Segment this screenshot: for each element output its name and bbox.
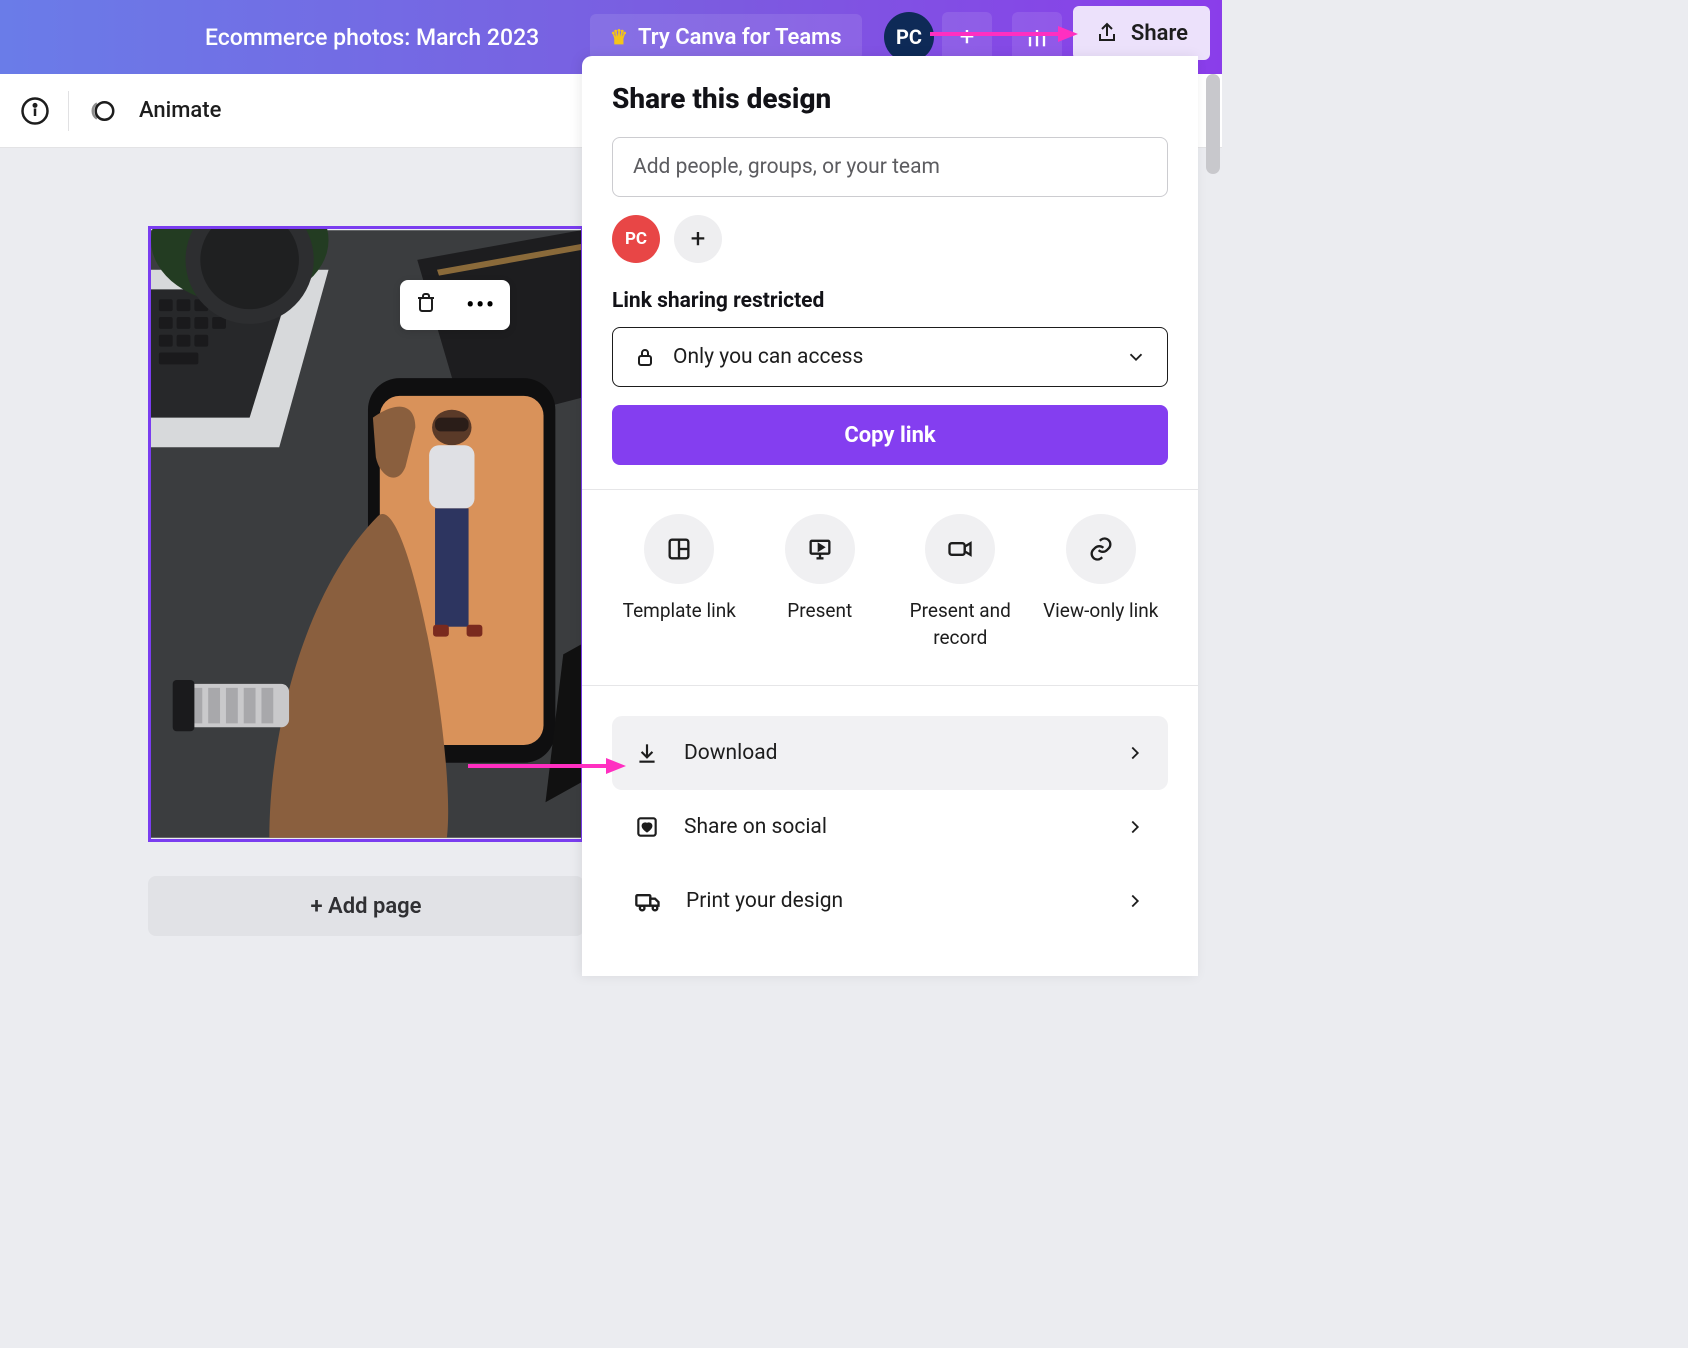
action-label: Present and record	[893, 598, 1028, 651]
copy-link-label: Copy link	[844, 423, 935, 448]
share-icon	[1095, 21, 1119, 45]
owner-avatar[interactable]: PC	[612, 215, 660, 263]
element-toolbar: •••	[400, 280, 510, 330]
try-teams-button[interactable]: ♛ Try Canva for Teams	[590, 14, 862, 60]
row-label: Print your design	[686, 889, 843, 913]
plus-icon: +	[691, 224, 706, 254]
more-button[interactable]: •••	[466, 293, 496, 318]
trash-icon	[414, 291, 438, 315]
try-teams-label: Try Canva for Teams	[638, 25, 842, 50]
chart-icon	[1023, 23, 1051, 51]
plus-icon: +	[960, 22, 975, 52]
chevron-right-icon	[1124, 890, 1146, 912]
heart-box-icon	[634, 814, 660, 840]
add-collaborator-button[interactable]: +	[942, 12, 992, 62]
delete-button[interactable]	[414, 291, 438, 319]
share-button[interactable]: Share	[1073, 6, 1210, 60]
animate-label[interactable]: Animate	[139, 98, 221, 123]
panel-divider	[582, 685, 1198, 686]
present-action[interactable]: Present	[753, 514, 888, 651]
chevron-down-icon	[1125, 346, 1147, 368]
present-icon	[806, 535, 834, 563]
more-icon: •••	[466, 293, 496, 318]
access-dropdown[interactable]: Only you can access	[612, 327, 1168, 387]
scrollbar[interactable]	[1206, 74, 1220, 174]
view-only-link-action[interactable]: View-only link	[1034, 514, 1169, 651]
access-value: Only you can access	[673, 345, 863, 369]
analytics-button[interactable]	[1012, 12, 1062, 62]
download-icon	[634, 740, 660, 766]
action-label: View-only link	[1034, 598, 1169, 625]
print-row[interactable]: Print your design	[612, 864, 1168, 938]
link-icon	[1087, 535, 1115, 563]
document-title[interactable]: Ecommerce photos: March 2023	[205, 24, 539, 51]
user-avatar[interactable]: PC	[884, 12, 934, 62]
present-record-action[interactable]: Present and record	[893, 514, 1028, 651]
truck-icon	[634, 887, 662, 915]
crown-icon: ♛	[610, 25, 628, 49]
info-button[interactable]	[20, 96, 50, 126]
share-panel-title: Share this design	[612, 82, 1168, 115]
template-link-action[interactable]: Template link	[612, 514, 747, 651]
chevron-right-icon	[1124, 742, 1146, 764]
record-icon	[946, 535, 974, 563]
row-label: Download	[684, 741, 778, 765]
template-icon	[665, 535, 693, 563]
add-people-input[interactable]	[612, 137, 1168, 197]
toolbar-divider	[68, 91, 69, 131]
share-panel: Share this design PC + Link sharing rest…	[582, 56, 1198, 976]
action-label: Present	[753, 598, 888, 625]
add-person-button[interactable]: +	[674, 215, 722, 263]
panel-divider	[582, 489, 1198, 490]
animate-button[interactable]	[87, 96, 117, 126]
lock-icon	[633, 345, 657, 369]
chevron-right-icon	[1124, 816, 1146, 838]
row-label: Share on social	[684, 815, 827, 839]
action-label: Template link	[612, 598, 747, 625]
add-page-button[interactable]: + Add page	[148, 876, 584, 936]
share-label: Share	[1131, 21, 1188, 46]
download-row[interactable]: Download	[612, 716, 1168, 790]
share-social-row[interactable]: Share on social	[612, 790, 1168, 864]
copy-link-button[interactable]: Copy link	[612, 405, 1168, 465]
add-page-label: + Add page	[310, 894, 421, 919]
link-sharing-label: Link sharing restricted	[612, 289, 1168, 313]
design-content-image	[151, 229, 581, 839]
design-frame[interactable]	[148, 226, 584, 842]
